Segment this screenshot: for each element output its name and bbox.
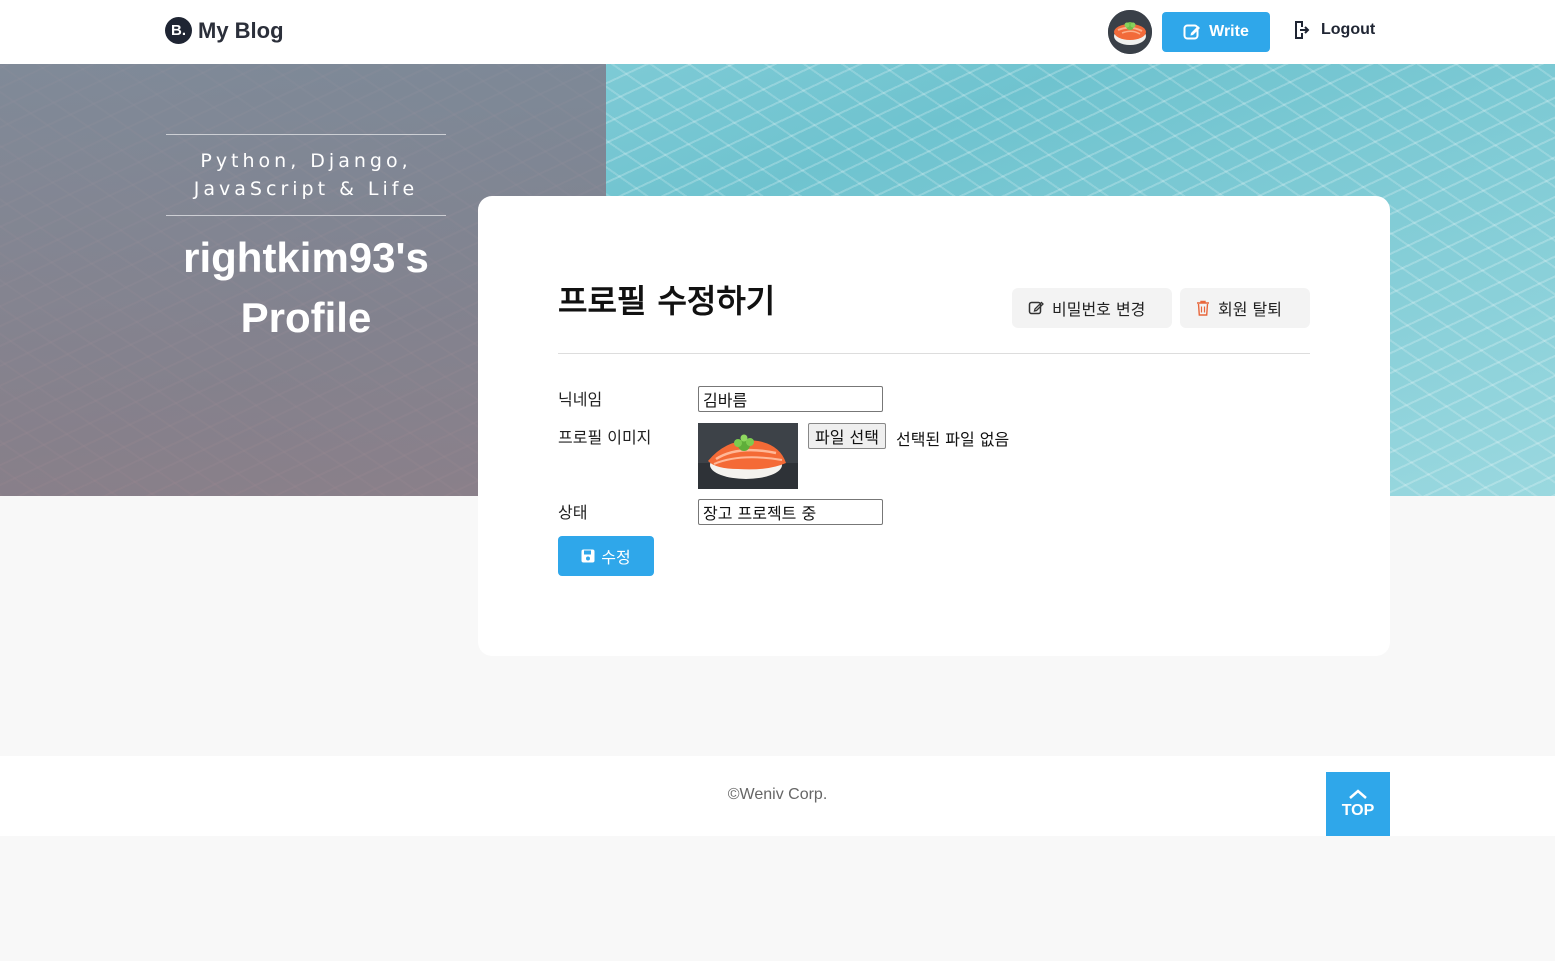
save-icon <box>581 549 595 563</box>
blog-logo[interactable]: B. My Blog <box>165 17 284 44</box>
hero-title-line2: Profile <box>240 294 372 341</box>
hero-title-line1: rightkim93's <box>183 234 429 281</box>
submit-button[interactable]: 수정 <box>558 536 654 576</box>
profile-image-preview <box>698 423 798 489</box>
edit-icon <box>1028 301 1044 315</box>
scroll-to-top-label: TOP <box>1341 802 1375 819</box>
scroll-to-top-button[interactable]: TOP <box>1326 772 1390 836</box>
hero-title: rightkim93's Profile <box>166 228 446 348</box>
change-password-button[interactable]: 비밀번호 변경 <box>1012 288 1172 328</box>
logo-text: My Blog <box>198 17 284 43</box>
choose-file-button[interactable]: 파일 선택 <box>808 423 886 449</box>
delete-account-button[interactable]: 회원 탈퇴 <box>1180 288 1310 328</box>
sushi-image <box>698 423 798 489</box>
write-button-label: Write <box>1209 23 1249 40</box>
file-status-text: 선택된 파일 없음 <box>896 430 1010 449</box>
profile-edit-card: 프로필 수정하기 비밀번호 변경 회원 탈퇴 닉네임 프로필 이미지 <box>478 196 1390 656</box>
trash-icon <box>1197 300 1209 316</box>
write-button[interactable]: Write <box>1162 12 1270 52</box>
top-navigation-bar: B. My Blog Write Logout <box>0 0 1555 64</box>
change-password-label: 비밀번호 변경 <box>1052 300 1146 319</box>
logout-button-label: Logout <box>1321 21 1376 38</box>
logout-icon <box>1295 21 1310 39</box>
hero-tagline: Python, Django, JavaScript & Life <box>166 134 446 216</box>
delete-account-label: 회원 탈퇴 <box>1218 300 1282 319</box>
page-footer: ©Weniv Corp. <box>0 756 1555 836</box>
submit-button-label: 수정 <box>601 548 631 567</box>
nickname-label: 닉네임 <box>558 390 603 409</box>
nickname-input[interactable] <box>698 386 883 412</box>
status-input[interactable] <box>698 499 883 525</box>
page-title: 프로필 수정하기 <box>558 282 776 320</box>
avatar-image <box>1108 10 1152 54</box>
title-divider <box>558 353 1310 354</box>
user-avatar[interactable] <box>1108 10 1152 54</box>
chevron-up-icon <box>1349 789 1367 799</box>
hero-tagline-line1: Python, Django, <box>200 150 412 172</box>
logout-button[interactable]: Logout <box>1293 20 1375 40</box>
status-label: 상태 <box>558 503 588 522</box>
logo-mark-icon: B. <box>165 17 192 44</box>
copyright-text: ©Weniv Corp. <box>727 786 828 803</box>
edit-icon <box>1183 24 1201 40</box>
profile-image-label: 프로필 이미지 <box>558 428 652 447</box>
hero-tagline-line2: JavaScript & Life <box>193 178 419 200</box>
